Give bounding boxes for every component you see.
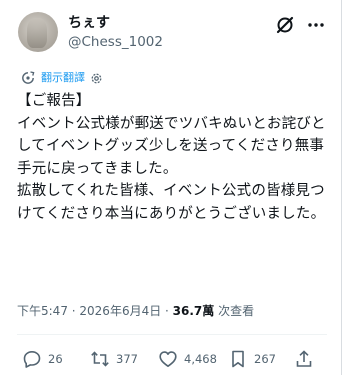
post-meta: 下午5:47 · 2026年6月4日 · 36.7萬 次查看 bbox=[17, 303, 254, 319]
settings-icon[interactable] bbox=[90, 72, 103, 85]
reply-button[interactable]: 26 bbox=[22, 348, 63, 370]
meta-separator: · bbox=[161, 304, 173, 318]
views-count: 36.7萬 bbox=[172, 304, 215, 318]
translate-link[interactable]: 翻示翻譯 bbox=[41, 70, 85, 86]
avatar-image bbox=[27, 18, 47, 48]
avatar[interactable] bbox=[18, 12, 58, 52]
repost-button[interactable]: 377 bbox=[90, 348, 138, 370]
post-date[interactable]: 2026年6月4日 bbox=[79, 304, 161, 318]
bookmark-count: 267 bbox=[254, 352, 276, 366]
share-button[interactable] bbox=[294, 348, 320, 370]
like-count: 4,468 bbox=[184, 352, 217, 366]
translate-row[interactable]: 翻示翻譯 bbox=[21, 69, 103, 87]
post-time[interactable]: 下午5:47 bbox=[17, 304, 68, 318]
action-bar: 26 377 4,468 267 bbox=[0, 348, 342, 372]
divider bbox=[17, 334, 327, 335]
author-display-name[interactable]: ちぇす bbox=[68, 14, 110, 32]
like-button[interactable]: 4,468 bbox=[158, 348, 217, 370]
bookmark-button[interactable]: 267 bbox=[228, 348, 276, 370]
grok-icon[interactable] bbox=[275, 15, 295, 35]
post-text: 【ご報告】 イベント公式様が郵送でツバキぬいとお詫びとしてイベントグッズ少しを送… bbox=[17, 93, 326, 222]
reply-icon bbox=[23, 351, 41, 368]
repost-count: 377 bbox=[116, 352, 138, 366]
repost-icon bbox=[91, 351, 109, 367]
share-icon bbox=[296, 350, 312, 367]
tweet-detail: ちぇす @Chess_1002 翻示翻譯 【ご報告】 イベント公式様が郵送でツバ… bbox=[0, 0, 342, 375]
bookmark-icon bbox=[232, 350, 244, 368]
author-handle[interactable]: @Chess_1002 bbox=[68, 33, 163, 51]
translate-icon bbox=[22, 71, 35, 84]
reply-count: 26 bbox=[48, 352, 63, 366]
more-icon[interactable] bbox=[305, 15, 327, 35]
views-label: 次查看 bbox=[214, 304, 255, 318]
meta-separator: · bbox=[67, 304, 80, 318]
heart-icon bbox=[159, 351, 177, 367]
